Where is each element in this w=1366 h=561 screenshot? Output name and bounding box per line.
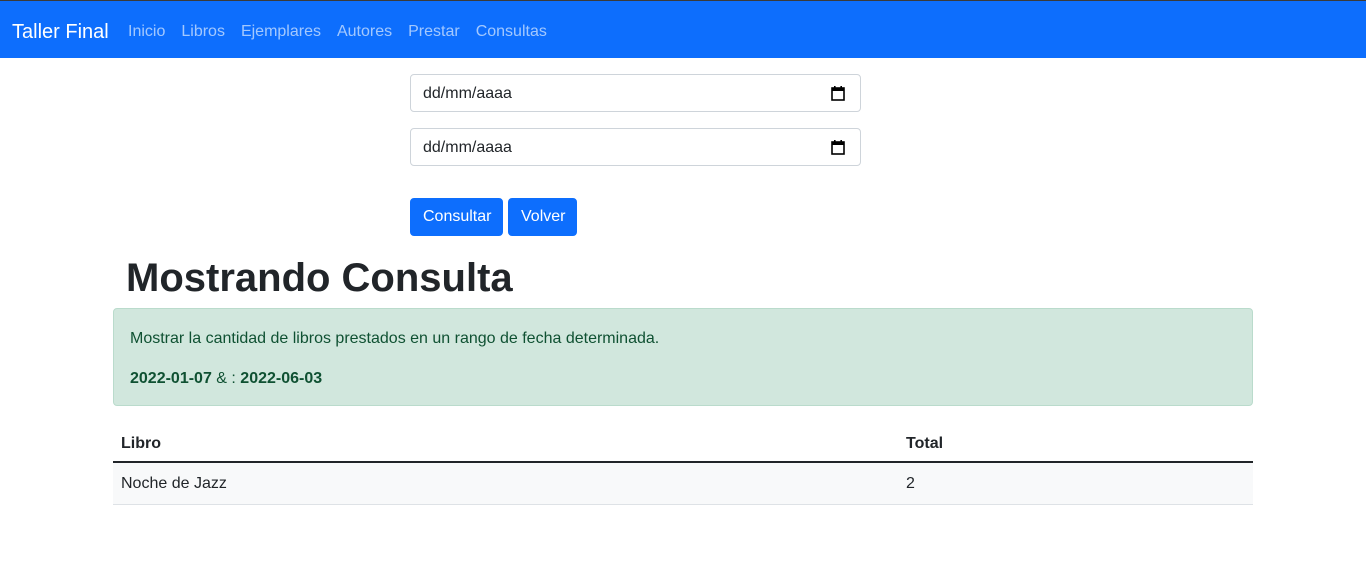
navbar-brand[interactable]: Taller Final bbox=[12, 20, 109, 44]
navbar: Taller Final Inicio Libros Ejemplares Au… bbox=[0, 0, 1366, 58]
nav-link-libros[interactable]: Libros bbox=[181, 23, 225, 40]
page-title: Mostrando Consulta bbox=[126, 256, 513, 300]
table-row: Noche de Jazz 2 bbox=[113, 463, 1253, 505]
date-to: 2022-06-03 bbox=[240, 370, 323, 387]
consultar-button[interactable]: Consultar bbox=[410, 198, 503, 236]
volver-button[interactable]: Volver bbox=[508, 198, 577, 236]
table-header: Libro Total bbox=[113, 422, 1253, 463]
nav-link-autores[interactable]: Autores bbox=[337, 23, 392, 40]
date-from: 2022-01-07 bbox=[130, 370, 212, 387]
alert-description: Mostrar la cantidad de libros prestados … bbox=[130, 330, 660, 347]
date-start-placeholder: dd/mm/aaaa bbox=[423, 85, 512, 102]
cell-total: 2 bbox=[906, 475, 915, 492]
results-table: Libro Total Noche de Jazz 2 bbox=[113, 422, 1253, 505]
cell-libro: Noche de Jazz bbox=[121, 475, 227, 492]
date-end-placeholder: dd/mm/aaaa bbox=[423, 139, 512, 156]
calendar-icon[interactable] bbox=[831, 140, 845, 155]
date-start-input[interactable]: dd/mm/aaaa bbox=[410, 74, 861, 112]
nav-link-ejemplares[interactable]: Ejemplares bbox=[241, 23, 321, 40]
result-alert: Mostrar la cantidad de libros prestados … bbox=[113, 308, 1253, 406]
header-libro: Libro bbox=[121, 435, 161, 452]
nav-links: Inicio Libros Ejemplares Autores Prestar… bbox=[128, 22, 563, 42]
header-total: Total bbox=[906, 435, 944, 452]
nav-link-consultas[interactable]: Consultas bbox=[476, 23, 547, 40]
nav-link-inicio[interactable]: Inicio bbox=[128, 23, 165, 40]
calendar-icon[interactable] bbox=[831, 86, 845, 101]
date-separator: & : bbox=[211, 370, 241, 387]
alert-date-range: 2022-01-07 & : 2022-06-03 bbox=[130, 369, 322, 389]
nav-link-prestar[interactable]: Prestar bbox=[408, 23, 460, 40]
date-end-input[interactable]: dd/mm/aaaa bbox=[410, 128, 861, 166]
